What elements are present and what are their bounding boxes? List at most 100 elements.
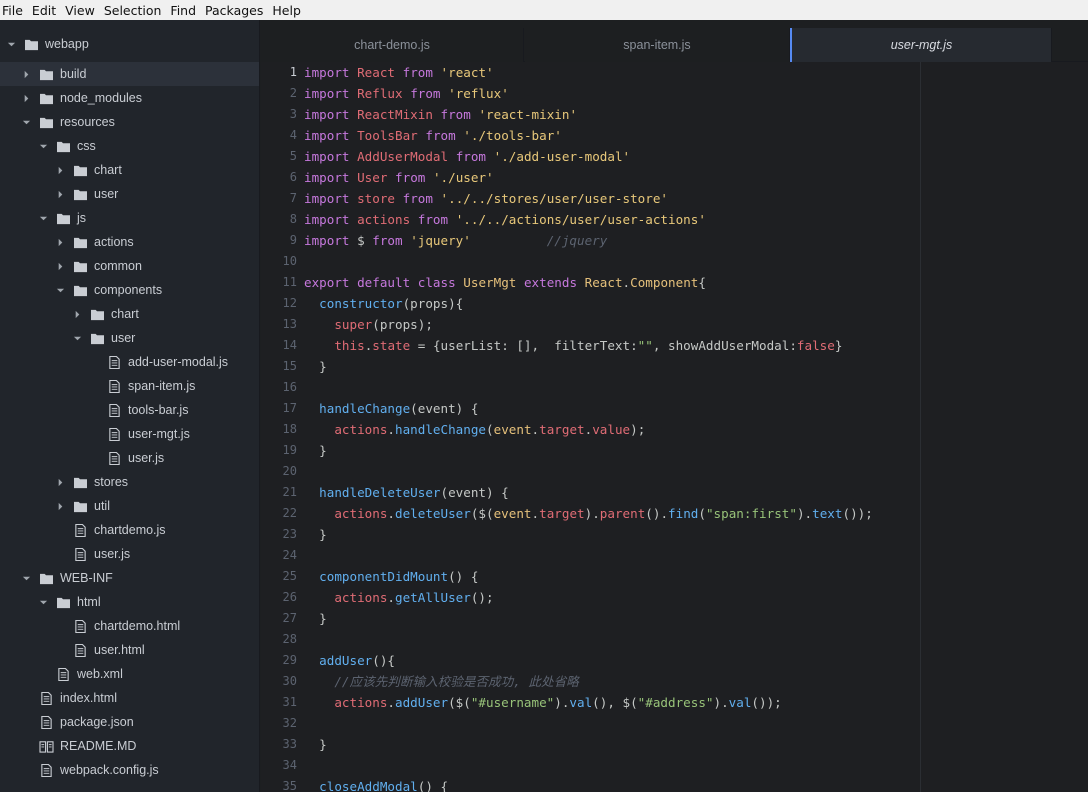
tree-file-package-json[interactable]: package.json: [0, 710, 259, 734]
code-line: actions.deleteUser($(event.target).paren…: [334, 506, 873, 521]
chevron-right-icon: [55, 163, 65, 177]
line-number: 20: [282, 464, 297, 478]
chevron-down-icon: [72, 331, 82, 345]
tree-file-user-html[interactable]: user.html: [0, 638, 259, 662]
tree-file-index-html[interactable]: index.html: [0, 686, 259, 710]
code-line: actions.handleChange(event.target.value)…: [334, 422, 646, 437]
line-number: 19: [282, 443, 297, 457]
tab-chart-demo[interactable]: chart-demo.js: [261, 28, 524, 62]
tree-file-tools-bar-js[interactable]: tools-bar.js: [0, 398, 259, 422]
chevron-down-icon: [38, 211, 48, 225]
code-line: import React from 'react': [304, 65, 494, 80]
tree-folder-util[interactable]: util: [0, 494, 259, 518]
code-editor[interactable]: 1 2 3 4 5 6 7 8 9 10 11 12 13 14 15 16 17 18 19 20 21 22 23 24 2…: [261, 62, 1088, 792]
tree-file-add-user-modal-js[interactable]: add-user-modal.js: [0, 350, 259, 374]
menu-file[interactable]: File: [0, 3, 29, 18]
tree-view: webapp build node_modules resources css char…: [0, 20, 260, 792]
line-number: 11: [282, 275, 297, 289]
menu-view[interactable]: View: [63, 3, 101, 18]
line-number: 14: [282, 338, 297, 352]
tree-folder-chart[interactable]: chart: [0, 158, 259, 182]
code-line: }: [304, 737, 327, 752]
tree-folder-components[interactable]: components: [0, 278, 259, 302]
tree-file-webpack-config-js[interactable]: webpack.config.js: [0, 758, 259, 782]
line-number: 2: [289, 86, 297, 100]
menu-find[interactable]: Find: [168, 3, 202, 18]
chevron-right-icon: [72, 307, 82, 321]
file-icon: [106, 427, 122, 441]
tree-file-span-item-js[interactable]: span-item.js: [0, 374, 259, 398]
tree-folder-user[interactable]: user: [0, 182, 259, 206]
tree-file-user-js[interactable]: user.js: [0, 542, 259, 566]
tree-item-label: components: [94, 283, 163, 297]
tree-root-webapp[interactable]: webapp: [0, 32, 259, 56]
tree-folder-js[interactable]: js: [0, 206, 259, 230]
tree-folder-resources[interactable]: resources: [0, 110, 259, 134]
folder-icon: [89, 307, 105, 321]
tree-item-label: build: [60, 67, 87, 81]
menu-help[interactable]: Help: [270, 3, 307, 18]
chevron-down-icon: [21, 571, 31, 585]
line-number: 28: [282, 632, 297, 646]
menu-selection[interactable]: Selection: [102, 3, 168, 18]
tree-file-user-js[interactable]: user.js: [0, 446, 259, 470]
line-number: 31: [282, 695, 297, 709]
folder-icon: [72, 187, 88, 201]
chevron-down-icon: [38, 595, 48, 609]
chevron-right-icon: [55, 235, 65, 249]
code-line: }: [304, 443, 327, 458]
tree-folder-node-modules[interactable]: node_modules: [0, 86, 259, 110]
menu-bar: File Edit View Selection Find Packages H…: [0, 0, 1088, 20]
tree-folder-html[interactable]: html: [0, 590, 259, 614]
line-number: 15: [282, 359, 297, 373]
tree-folder-web-inf[interactable]: WEB-INF: [0, 566, 259, 590]
tree-file-chartdemo-html[interactable]: chartdemo.html: [0, 614, 259, 638]
tree-item-label: web.xml: [77, 667, 123, 681]
tab-user-mgt[interactable]: user-mgt.js: [790, 28, 1052, 62]
tree-folder-user[interactable]: user: [0, 326, 259, 350]
code-line: import ReactMixin from 'react-mixin': [304, 107, 578, 122]
line-number: 33: [282, 737, 297, 751]
tree-item-label: chartdemo.js: [94, 523, 166, 537]
tab-span-item[interactable]: span-item.js: [525, 28, 790, 62]
menu-edit[interactable]: Edit: [30, 3, 62, 18]
tab-label: user-mgt.js: [890, 38, 953, 52]
file-icon: [38, 691, 54, 705]
file-icon: [72, 547, 88, 561]
tree-folder-stores[interactable]: stores: [0, 470, 259, 494]
code-line: export default class UserMgt extends Rea…: [304, 275, 706, 290]
line-number: 23: [282, 527, 297, 541]
menu-packages[interactable]: Packages: [203, 3, 269, 18]
tree-file-readme-md[interactable]: README.MD: [0, 734, 259, 758]
line-number: 17: [282, 401, 297, 415]
folder-icon: [38, 115, 54, 129]
tree-file-user-mgt-js[interactable]: user-mgt.js: [0, 422, 259, 446]
file-icon: [106, 451, 122, 465]
folder-icon: [72, 475, 88, 489]
tree-file-web-xml[interactable]: web.xml: [0, 662, 259, 686]
line-number: 5: [289, 149, 297, 163]
folder-icon: [89, 331, 105, 345]
tab-bar: chart-demo.js span-item.js user-mgt.js: [261, 20, 1088, 62]
tree-item-label: span-item.js: [128, 379, 196, 393]
tree-item-label: util: [94, 499, 110, 513]
tree-item-label: add-user-modal.js: [128, 355, 229, 369]
file-icon: [38, 715, 54, 729]
code-line: import AddUserModal from './add-user-mod…: [304, 149, 631, 164]
tree-item-label: node_modules: [60, 91, 143, 105]
tree-folder-css[interactable]: css: [0, 134, 259, 158]
code-line: import actions from '../../actions/user/…: [304, 212, 706, 227]
chevron-down-icon: [55, 283, 65, 297]
tree-item-label: webpack.config.js: [60, 763, 159, 777]
tree-folder-chart[interactable]: chart: [0, 302, 259, 326]
chevron-right-icon: [55, 475, 65, 489]
tree-item-label: actions: [94, 235, 134, 249]
folder-icon: [55, 139, 71, 153]
tree-folder-build[interactable]: build: [0, 62, 259, 86]
tree-folder-actions[interactable]: actions: [0, 230, 259, 254]
line-number: 27: [282, 611, 297, 625]
tree-folder-common[interactable]: common: [0, 254, 259, 278]
line-number: 10: [282, 254, 297, 268]
tree-item-label: html: [77, 595, 101, 609]
tree-file-chartdemo-js[interactable]: chartdemo.js: [0, 518, 259, 542]
